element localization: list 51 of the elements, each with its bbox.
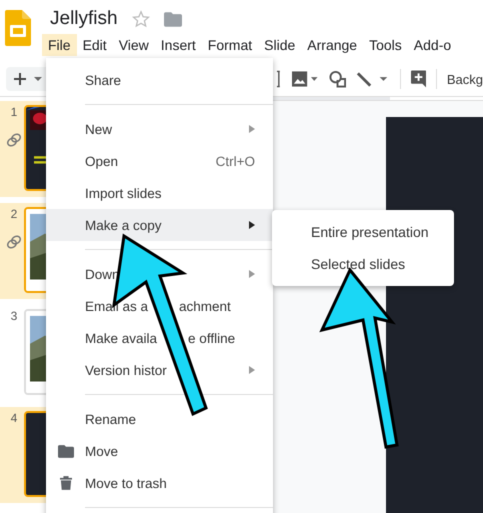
menu-label: Share: [85, 72, 122, 88]
image-icon[interactable]: [292, 71, 319, 87]
menu-item[interactable]: Entire presentation: [272, 216, 454, 248]
menu-item[interactable]: Selected slides: [272, 248, 454, 280]
folder-icon[interactable]: [164, 12, 182, 26]
menu-item[interactable]: Rename: [46, 403, 273, 435]
slide-number: 4: [10, 411, 18, 425]
slide-number: 3: [10, 309, 18, 323]
menu-item[interactable]: Make a copy: [46, 209, 273, 241]
folder-icon: [58, 444, 74, 458]
menu-tab[interactable]: View: [112, 34, 155, 56]
menu-item[interactable]: New: [46, 113, 273, 145]
text-box-icon[interactable]: [276, 70, 282, 88]
menu-tab[interactable]: Arrange: [301, 34, 364, 56]
menu-label: New: [85, 122, 112, 136]
menu-label: Version histor: [85, 362, 167, 378]
menu-item[interactable]: Version histor: [46, 354, 273, 386]
menu-label: Import slides: [85, 186, 162, 200]
document-title[interactable]: Jellyfish: [50, 8, 118, 30]
slide-number: 1: [10, 105, 18, 119]
menu-label: achment: [179, 298, 231, 314]
menu-item[interactable]: Import slides: [46, 177, 273, 209]
plus-icon: [14, 73, 26, 85]
menu-tab[interactable]: Slide: [258, 34, 302, 56]
menu-label: Open: [85, 154, 118, 168]
menu-label: Make a copy: [85, 218, 162, 232]
background-button[interactable]: Backg: [446, 72, 483, 86]
menu-label: Make availa: [85, 330, 158, 346]
menu-item[interactable]: Move to trash: [46, 467, 273, 499]
menu-item[interactable]: Share: [46, 64, 273, 96]
shortcut-label: Ctrl+O: [216, 154, 255, 168]
menu-tab[interactable]: File: [42, 34, 77, 56]
star-icon[interactable]: [132, 10, 150, 28]
menu-tab[interactable]: Add-o: [408, 34, 458, 56]
menu-label: e offline: [188, 330, 236, 346]
caret-icon: [34, 77, 42, 81]
menu-tab[interactable]: Tools: [363, 34, 408, 56]
menu-label: Move to trash: [85, 476, 167, 490]
menu-label: Rename: [85, 412, 136, 426]
slide-number: 2: [10, 207, 18, 221]
menu-tab[interactable]: Edit: [76, 34, 113, 56]
trash-icon: [60, 476, 72, 490]
menu-tab[interactable]: Format: [202, 34, 258, 56]
menu-tab[interactable]: Insert: [154, 34, 202, 56]
menu-item[interactable]: Open Ctrl+O: [46, 145, 273, 177]
menu-item[interactable]: Move: [46, 435, 273, 467]
shape-icon[interactable]: [328, 70, 346, 88]
line-icon[interactable]: [356, 71, 390, 87]
add-comment-icon[interactable]: [410, 70, 426, 88]
menu-label: Move: [85, 444, 118, 458]
menu-item[interactable]: Make availa e offline: [46, 322, 273, 354]
